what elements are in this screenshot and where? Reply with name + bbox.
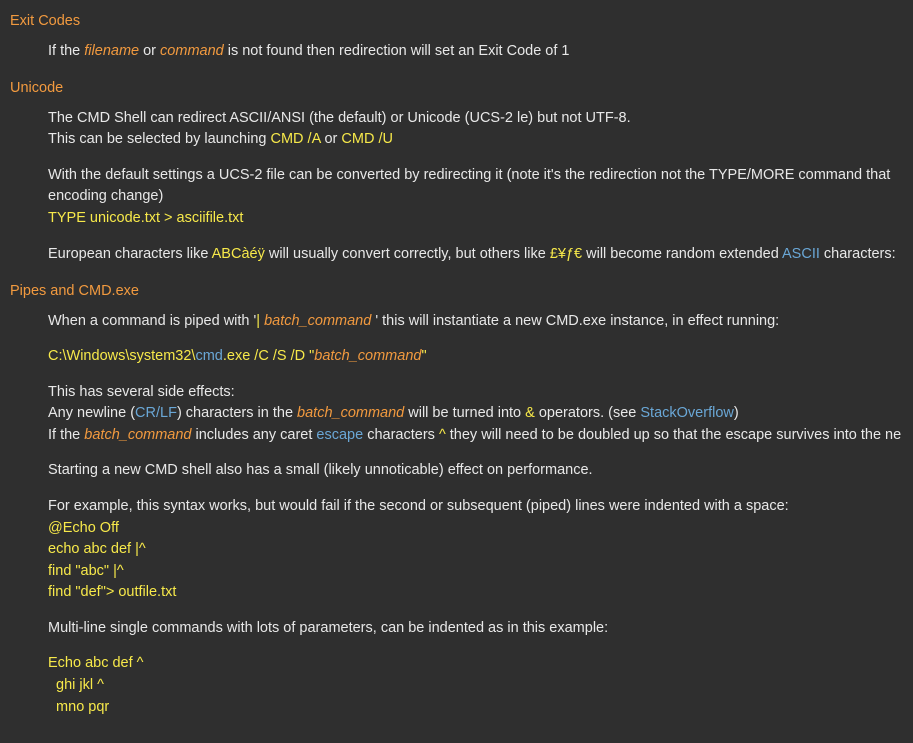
code-line: mno pqr <box>48 698 903 718</box>
text: ) <box>734 405 739 421</box>
text: will be turned into <box>404 405 525 421</box>
paragraph: For example, this syntax works, but woul… <box>48 497 903 517</box>
text: or <box>139 43 160 59</box>
paragraph: If the filename or command is not found … <box>48 42 903 62</box>
text: ) characters in the <box>177 405 297 421</box>
text: will usually convert correctly, but othe… <box>265 246 550 262</box>
text: When a command is piped with ' <box>48 313 256 329</box>
term-batch-command: batch_command <box>314 348 421 364</box>
caret-char: ^ <box>439 427 446 443</box>
paragraph: This can be selected by launching CMD /A… <box>48 130 903 150</box>
sample-chars-currency: £¥ƒ€ <box>550 246 582 262</box>
paragraph: Any newline (CR/LF) characters in the ba… <box>48 404 903 424</box>
code-cmd-a: CMD /A <box>270 131 320 147</box>
block-pipes: When a command is piped with '| batch_co… <box>48 312 903 717</box>
paragraph: With the default settings a UCS-2 file c… <box>48 166 903 186</box>
paragraph: Starting a new CMD shell also has a smal… <box>48 461 903 481</box>
term-filename: filename <box>84 43 139 59</box>
link-cmd[interactable]: cmd <box>195 348 222 364</box>
heading-unicode: Unicode <box>10 79 903 99</box>
text: they will need to be doubled up so that … <box>446 427 901 443</box>
text: ' this will instantiate a new CMD.exe in… <box>375 313 779 329</box>
code-line: find "abc" |^ <box>48 562 903 582</box>
text: characters <box>363 427 439 443</box>
text: .exe /C /S /D " <box>223 348 314 364</box>
sample-chars-european: ABCàéÿ <box>212 246 265 262</box>
code-cmd-u: CMD /U <box>341 131 393 147</box>
text: If the <box>48 43 84 59</box>
code-line: echo abc def |^ <box>48 540 903 560</box>
text: This can be selected by launching <box>48 131 270 147</box>
paragraph: European characters like ABCàéÿ will usu… <box>48 245 903 265</box>
text: characters: <box>820 246 896 262</box>
term-command: command <box>160 43 224 59</box>
paragraph: Multi-line single commands with lots of … <box>48 619 903 639</box>
paragraph: encoding change) <box>48 187 903 207</box>
text: will become random extended <box>582 246 782 262</box>
text: European characters like <box>48 246 212 262</box>
link-escape[interactable]: escape <box>316 427 363 443</box>
text: " <box>421 348 426 364</box>
term-batch-command: batch_command <box>84 427 191 443</box>
amp-operator: & <box>525 405 535 421</box>
link-crlf[interactable]: CR/LF <box>135 405 177 421</box>
paragraph: This has several side effects: <box>48 383 903 403</box>
block-unicode: The CMD Shell can redirect ASCII/ANSI (t… <box>48 109 903 264</box>
code-line: ghi jkl ^ <box>48 676 903 696</box>
code-line: Echo abc def ^ <box>48 654 903 674</box>
text: or <box>320 131 341 147</box>
text: includes any caret <box>191 427 316 443</box>
paragraph: If the batch_command includes any caret … <box>48 426 903 446</box>
code-line: find "def"> outfile.txt <box>48 583 903 603</box>
heading-pipes: Pipes and CMD.exe <box>10 282 903 302</box>
paragraph: The CMD Shell can redirect ASCII/ANSI (t… <box>48 109 903 129</box>
heading-exit-codes: Exit Codes <box>10 12 903 32</box>
text: C:\Windows\system32\ <box>48 348 195 364</box>
link-stackoverflow[interactable]: StackOverflow <box>640 405 733 421</box>
link-ascii[interactable]: ASCII <box>782 246 820 262</box>
block-exit-codes: If the filename or command is not found … <box>48 42 903 62</box>
term-batch-command: batch_command <box>264 313 375 329</box>
text: If the <box>48 427 84 443</box>
text: operators. (see <box>535 405 641 421</box>
text: is not found then redirection will set a… <box>224 43 570 59</box>
term-batch-command: batch_command <box>297 405 404 421</box>
pipe-char: | <box>256 313 264 329</box>
text: Any newline ( <box>48 405 135 421</box>
code-type-line: TYPE unicode.txt > asciifile.txt <box>48 209 903 229</box>
paragraph: When a command is piped with '| batch_co… <box>48 312 903 332</box>
code-line: @Echo Off <box>48 519 903 539</box>
code-cmdline: C:\Windows\system32\cmd.exe /C /S /D "ba… <box>48 347 903 367</box>
